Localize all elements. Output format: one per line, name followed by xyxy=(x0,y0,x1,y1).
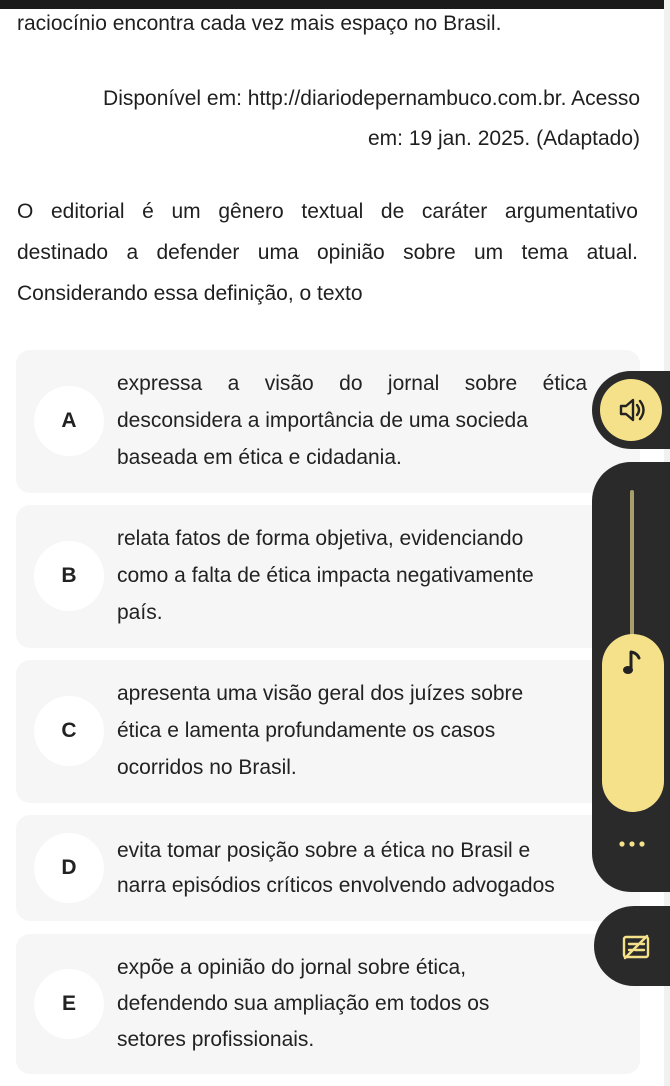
option-d-line-1: evita tomar posição sobre a ética no Bra… xyxy=(117,839,531,862)
option-a-letter: A xyxy=(34,386,104,456)
player-panel xyxy=(592,462,670,892)
source-line-2: em: 19 jan. 2025. (Adaptado) xyxy=(367,127,640,150)
option-a-line-2: desconsidera a importância de uma socied… xyxy=(117,409,528,432)
option-a-card[interactable]: A expressa a visão do jornal sobre ética… xyxy=(16,350,640,493)
question-line-1: O editorial é um gênero textual de carát… xyxy=(17,200,638,223)
option-e-line-3: setores profissionais. xyxy=(117,1028,315,1051)
option-a-line-1: expressa a visão do jornal sobre ética xyxy=(117,372,587,395)
read-aloud-button-face xyxy=(600,379,662,441)
option-d-line-2: narra episódios críticos envolvendo advo… xyxy=(117,874,555,897)
option-b-line-2: como a falta de ética impacta negativame… xyxy=(117,564,534,587)
more-icon[interactable] xyxy=(618,840,646,848)
option-b-line-3: país. xyxy=(117,601,163,624)
option-d-card[interactable]: D evita tomar posição sobre a ética no B… xyxy=(16,815,640,921)
music-toggle-button[interactable] xyxy=(602,634,664,812)
option-b-line-1: relata fatos de forma objetiva, evidenci… xyxy=(117,527,524,550)
volume-track[interactable] xyxy=(630,490,634,650)
option-c-line-1: apresenta uma visão geral dos juízes sob… xyxy=(117,682,524,705)
option-b-card[interactable]: B relata fatos de forma objetiva, eviden… xyxy=(16,505,640,648)
read-aloud-button[interactable] xyxy=(592,371,670,449)
subtitles-button[interactable] xyxy=(594,906,670,986)
option-e-letter: E xyxy=(34,969,104,1039)
option-c-card[interactable]: C apresenta uma visão geral dos juízes s… xyxy=(16,660,640,803)
option-b-letter: B xyxy=(34,541,104,611)
option-a-line-3: baseada em ética e cidadania. xyxy=(117,446,402,469)
question-line-3: Considerando essa definição, o texto xyxy=(17,282,363,305)
option-e-line-2: defendendo sua ampliação em todos os xyxy=(117,992,490,1015)
passage-last-line: raciocínio encontra cada vez mais espaço… xyxy=(17,12,502,35)
question-line-2: destinado a defender uma opinião sobre u… xyxy=(17,241,638,264)
subtitles-icon xyxy=(622,934,650,960)
option-d-letter: D xyxy=(34,833,104,903)
music-note-icon xyxy=(623,650,641,674)
source-line-1: Disponível em: http://diariodepernambuco… xyxy=(103,87,640,110)
option-e-line-1: expõe a opinião do jornal sobre ética, xyxy=(117,956,467,979)
speaker-icon xyxy=(619,398,645,422)
option-c-line-3: ocorridos no Brasil. xyxy=(117,756,297,779)
option-e-card[interactable]: E expõe a opinião do jornal sobre ética,… xyxy=(16,934,640,1074)
option-c-line-2: ética e lamenta profundamente os casos xyxy=(117,719,496,742)
option-c-letter: C xyxy=(34,696,104,766)
top-bar xyxy=(0,0,670,9)
